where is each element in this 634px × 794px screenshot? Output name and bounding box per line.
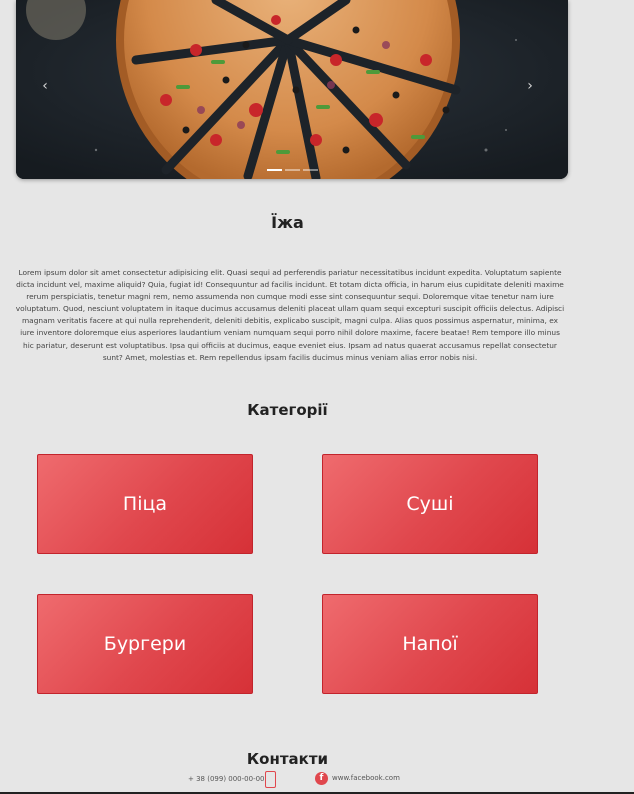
category-card-pizza[interactable]: Піца: [37, 454, 253, 554]
carousel-indicator-1[interactable]: [266, 169, 282, 171]
facebook-link[interactable]: www.facebook.com: [332, 774, 400, 782]
category-card-sushi[interactable]: Суші: [322, 454, 538, 554]
category-label: Напої: [402, 633, 458, 655]
food-section-title: Їжа: [271, 213, 304, 232]
image-carousel: ‹ ›: [16, 0, 568, 179]
chevron-left-icon: ‹: [42, 78, 48, 94]
food-description: Lorem ipsum dolor sit amet consectetur a…: [15, 268, 565, 362]
phone-number: + 38 (099) 000-00-00: [188, 775, 265, 783]
category-label: Бургери: [103, 633, 187, 655]
category-card-drinks[interactable]: Напої: [322, 594, 538, 694]
category-label: Суші: [406, 493, 454, 515]
carousel-prev-button[interactable]: ‹: [35, 76, 55, 96]
category-label: Піца: [122, 493, 168, 515]
pizza-slide-image: [16, 0, 568, 179]
category-card-burgers[interactable]: Бургери: [37, 594, 253, 694]
contacts-section-title: Контакти: [246, 750, 329, 768]
carousel-indicator-3[interactable]: [302, 169, 318, 171]
phone-icon[interactable]: [265, 771, 276, 788]
contacts-row: + 38 (099) 000-00-00 f www.facebook.com: [0, 771, 634, 789]
carousel-indicators: [16, 169, 568, 171]
facebook-icon[interactable]: f: [315, 772, 328, 785]
carousel-next-button[interactable]: ›: [520, 76, 540, 96]
categories-section-title: Категорії: [247, 401, 328, 419]
carousel-indicator-2[interactable]: [284, 169, 300, 171]
chevron-right-icon: ›: [527, 78, 533, 94]
